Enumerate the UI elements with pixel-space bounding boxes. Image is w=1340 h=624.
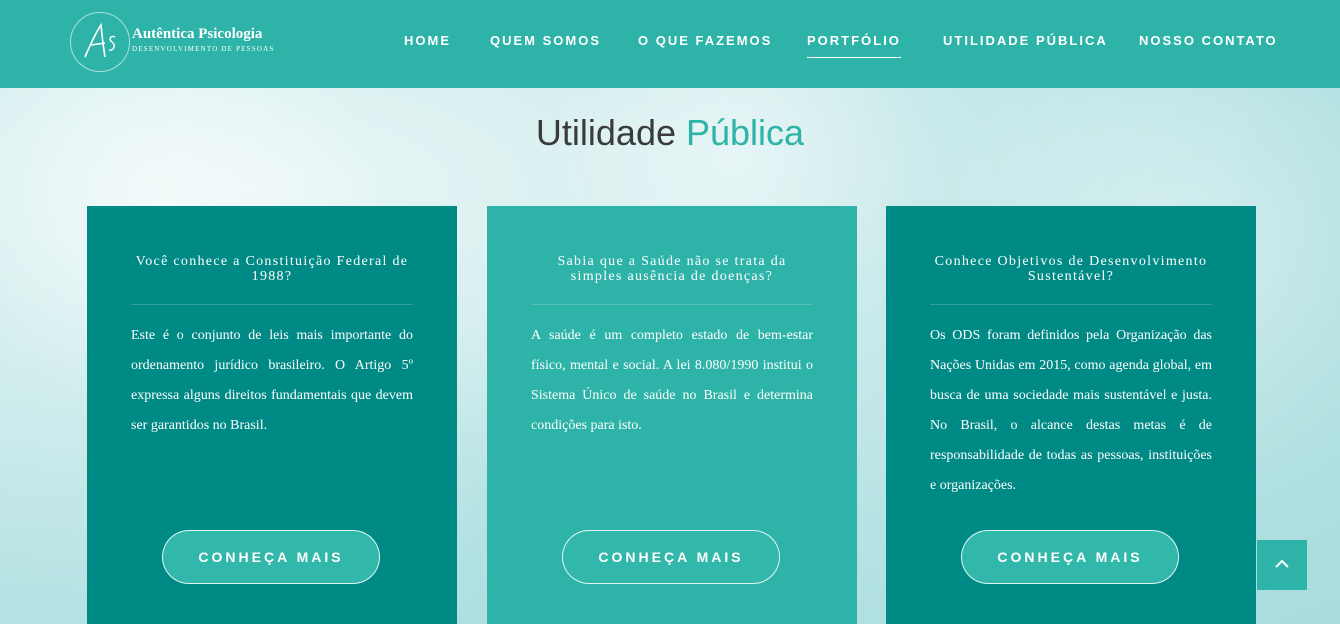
card-constituicao: Você conhece a Constituição Federal de 1… xyxy=(87,206,457,624)
nav-item-portfolio[interactable]: PORTFÓLIO xyxy=(807,33,901,58)
page-title-main: Utilidade xyxy=(535,112,686,153)
card-text: Este é o conjunto de leis mais important… xyxy=(131,328,413,433)
nav-item-utilidade-publica[interactable]: UTILIDADE PÚBLICA xyxy=(943,33,1108,48)
nav-item-nosso-contato[interactable]: NOSSO CONTATO xyxy=(1139,33,1278,48)
card-title: Sabia que a Saúde não se trata da simple… xyxy=(557,254,787,284)
conheca-mais-button[interactable]: CONHEÇA MAIS xyxy=(162,530,380,584)
card-text: A saúde é um completo estado de bem-esta… xyxy=(531,328,813,433)
card-text: Os ODS foram definidos pela Organização … xyxy=(930,328,1212,493)
logo-monogram-icon xyxy=(70,12,130,72)
card-ods: Conhece Objetivos de Desenvolvimento Sus… xyxy=(886,206,1256,624)
card-saude: Sabia que a Saúde não se trata da simple… xyxy=(487,206,857,624)
logo-subtitle: DESENVOLVIMENTO DE PESSOAS xyxy=(132,45,275,53)
conheca-mais-button[interactable]: CONHEÇA MAIS xyxy=(562,530,780,584)
nav-item-o-que-fazemos[interactable]: O QUE FAZEMOS xyxy=(638,33,772,48)
conheca-mais-button[interactable]: CONHEÇA MAIS xyxy=(961,530,1179,584)
page-title: Utilidade Pública xyxy=(0,112,1340,154)
logo-name: Autêntica Psicologia xyxy=(132,26,263,42)
card-divider xyxy=(531,304,813,305)
site-logo[interactable]: Autêntica Psicologia DESENVOLVIMENTO DE … xyxy=(70,12,280,72)
card-title: Você conhece a Constituição Federal de 1… xyxy=(135,254,409,284)
card-divider xyxy=(930,304,1212,305)
nav-item-quem-somos[interactable]: QUEM SOMOS xyxy=(490,33,601,48)
card-divider xyxy=(131,304,413,305)
card-title: Conhece Objetivos de Desenvolvimento Sus… xyxy=(934,254,1208,284)
scroll-to-top-button[interactable] xyxy=(1257,540,1307,590)
nav-item-home[interactable]: HOME xyxy=(404,33,451,48)
chevron-up-icon xyxy=(1275,559,1289,568)
site-header: Autêntica Psicologia DESENVOLVIMENTO DE … xyxy=(0,0,1340,88)
page-title-accent: Pública xyxy=(686,112,805,153)
